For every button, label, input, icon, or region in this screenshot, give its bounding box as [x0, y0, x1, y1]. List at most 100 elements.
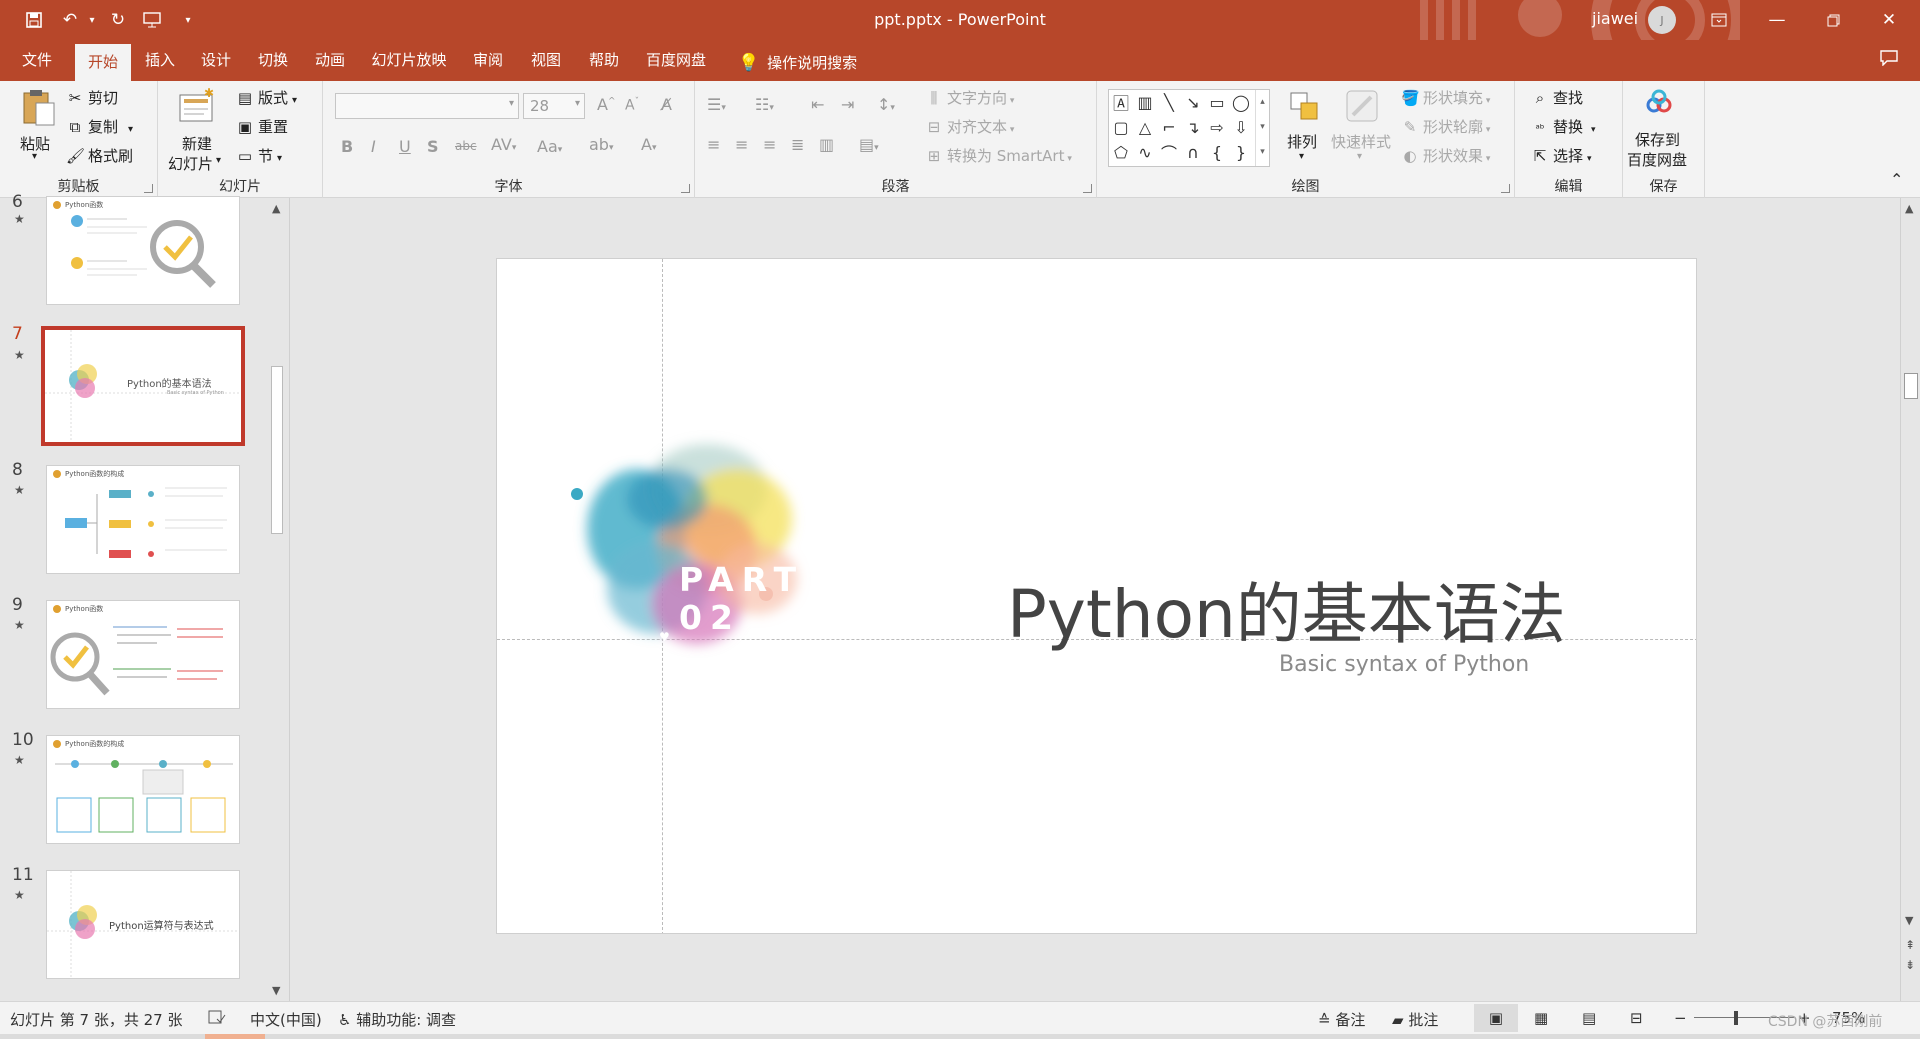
bullets-icon[interactable]: ☰▾	[707, 95, 726, 114]
tab-transitions[interactable]: 切换	[249, 40, 297, 81]
comments-icon[interactable]	[1880, 50, 1898, 71]
tab-animations[interactable]: 动画	[306, 40, 354, 81]
tab-design[interactable]: 设计	[192, 40, 240, 81]
line-spacing-icon[interactable]: ↕▾	[877, 95, 895, 114]
quick-styles-button[interactable]: 快速样式 ▾	[1331, 87, 1395, 171]
strikethrough-icon[interactable]: abc	[455, 139, 477, 153]
next-slide-icon[interactable]: ⇟	[1905, 958, 1915, 972]
slide-thumbnail-10[interactable]: Python函数的构成	[46, 735, 240, 844]
spellcheck-icon[interactable]	[208, 1009, 226, 1029]
shape-rectangle-icon[interactable]: ▭	[1207, 92, 1227, 112]
comments-button[interactable]: ▰ 批注	[1392, 1009, 1438, 1030]
paste-button[interactable]: 粘贴 ▾	[14, 87, 58, 167]
align-left-icon[interactable]: ≡	[707, 135, 720, 154]
shape-effects-button[interactable]: ◐ 形状效果 ▾	[1401, 145, 1490, 166]
italic-icon[interactable]: I	[371, 137, 376, 156]
scroll-down-icon[interactable]: ▼	[272, 984, 280, 997]
format-painter-button[interactable]: 🖌 格式刷	[66, 145, 133, 166]
accessibility-button[interactable]: ♿ 辅助功能: 调查	[338, 1009, 456, 1030]
shape-oval-icon[interactable]: ◯	[1231, 92, 1251, 112]
text-direction-button[interactable]: ⫼ 文字方向 ▾	[925, 87, 1015, 108]
slide-title[interactable]: Python的基本语法	[1007, 561, 1566, 657]
font-name-box[interactable]: ▾	[335, 93, 519, 119]
align-text-button[interactable]: ⊟ 对齐文本 ▾	[925, 116, 1015, 137]
language-indicator[interactable]: 中文(中国)	[250, 1009, 322, 1030]
paragraph-launcher-icon[interactable]	[1083, 184, 1092, 193]
shapes-scroll[interactable]: ▴ ▾ ▾	[1255, 90, 1269, 166]
distributed-icon[interactable]: ▥	[819, 135, 834, 154]
tab-baidu-netdisk[interactable]: 百度网盘	[638, 40, 714, 81]
drawing-launcher-icon[interactable]	[1501, 184, 1510, 193]
normal-view-icon[interactable]: ▣	[1474, 1004, 1518, 1032]
editor-scrollbar[interactable]: ▲ ▼ ⇞ ⇟	[1900, 198, 1920, 1001]
shape-fill-button[interactable]: 🪣 形状填充 ▾	[1401, 87, 1490, 108]
notes-button[interactable]: ≙ 备注	[1318, 1009, 1365, 1030]
zoom-slider-thumb[interactable]	[1734, 1011, 1738, 1025]
char-spacing-icon[interactable]: AV▾	[491, 135, 516, 154]
convert-smartart-button[interactable]: ⊞ 转换为 SmartArt ▾	[925, 145, 1072, 166]
shape-right-arrow-icon[interactable]: ⇨	[1207, 117, 1227, 137]
text-shadow-icon[interactable]: S	[427, 137, 439, 156]
tab-review[interactable]: 审阅	[464, 40, 512, 81]
collapse-ribbon-icon[interactable]: ⌃	[1890, 170, 1903, 189]
slide-thumbnail-11[interactable]: Python运算符与表达式	[46, 870, 240, 979]
shape-right-brace-icon[interactable]: }	[1231, 142, 1251, 162]
user-name[interactable]: jiawei	[1592, 9, 1638, 28]
layout-button[interactable]: ▤ 版式 ▾	[236, 87, 297, 108]
replace-button[interactable]: ᵃᵇ 替换 ▾	[1531, 116, 1595, 137]
slide-thumbnail-9[interactable]: Python函数	[46, 600, 240, 709]
avatar[interactable]: J	[1648, 6, 1676, 34]
shape-textbox-icon[interactable]: 🄰	[1111, 92, 1131, 113]
shapes-gallery[interactable]: 🄰 ▥ ╲ ↘ ▭ ◯ ▢ △ ⌐ ↴ ⇨ ⇩ ⬠ ∿ ⌒ ∩ { } ▴ ▾ ▾	[1108, 89, 1270, 167]
section-button[interactable]: ▭ 节 ▾	[236, 145, 282, 166]
increase-font-icon[interactable]: A^	[597, 95, 616, 114]
shape-vertical-textbox-icon[interactable]: ▥	[1135, 92, 1155, 112]
align-center-icon[interactable]: ≡	[735, 135, 748, 154]
restore-button[interactable]	[1810, 0, 1856, 40]
justify-icon[interactable]: ≣	[791, 135, 804, 154]
slide-thumbnail-6[interactable]: Python函数	[46, 196, 240, 305]
tab-home[interactable]: 开始	[75, 44, 131, 81]
tab-file[interactable]: 文件	[12, 40, 62, 81]
slideshow-view-icon[interactable]: ⊟	[1630, 1009, 1643, 1027]
find-button[interactable]: ⌕ 查找	[1531, 87, 1583, 108]
slide-thumbnail-8[interactable]: Python函数的构成	[46, 465, 240, 574]
change-case-icon[interactable]: Aa▾	[537, 137, 562, 156]
help-search[interactable]: 💡 操作说明搜索	[738, 52, 857, 73]
shape-curve-icon[interactable]: ∩	[1183, 142, 1203, 162]
zoom-out-icon[interactable]: −	[1674, 1009, 1687, 1027]
align-right-icon[interactable]: ≡	[763, 135, 776, 154]
shape-scribble-icon[interactable]: ∿	[1135, 142, 1155, 162]
tab-insert[interactable]: 插入	[136, 40, 184, 81]
shape-down-arrow-icon[interactable]: ⇩	[1231, 117, 1251, 137]
shape-freeform-icon[interactable]: ⬠	[1111, 142, 1131, 162]
shape-arc-icon[interactable]: ⌒	[1159, 142, 1179, 163]
font-launcher-icon[interactable]	[681, 184, 690, 193]
scroll-up-icon[interactable]: ▲	[272, 202, 280, 215]
save-to-baidu-button[interactable]: 保存到 百度网盘	[1627, 87, 1699, 171]
increase-indent-icon[interactable]: ⇥	[841, 95, 854, 114]
editor-scroll-up-icon[interactable]: ▲	[1905, 202, 1913, 215]
bold-icon[interactable]: B	[341, 137, 353, 156]
tab-view[interactable]: 视图	[522, 40, 570, 81]
editor-scroll-thumb[interactable]	[1904, 373, 1918, 399]
editor-scroll-down-icon[interactable]: ▼	[1905, 914, 1913, 927]
current-slide[interactable]: ♥ PART 02 Python的基本语法 Basic syntax of Py…	[496, 258, 1697, 934]
underline-icon[interactable]: U	[399, 137, 411, 156]
close-button[interactable]: ✕	[1866, 0, 1912, 40]
shape-arrow-line-icon[interactable]: ↘	[1183, 92, 1203, 112]
reset-button[interactable]: ▣ 重置	[236, 116, 288, 137]
minimize-button[interactable]: —	[1754, 0, 1800, 40]
decrease-indent-icon[interactable]: ⇤	[811, 95, 824, 114]
clear-format-icon[interactable]: A̸	[661, 95, 672, 114]
new-slide-button[interactable]: ✱ 新建 幻灯片 ▾	[168, 87, 224, 173]
slide-thumbnail-7[interactable]: Python的基本语法 Basic syntax of Python	[41, 326, 245, 446]
ribbon-display-icon[interactable]	[1696, 0, 1742, 40]
highlight-icon[interactable]: ab▾	[589, 135, 614, 154]
shape-triangle-icon[interactable]: △	[1135, 117, 1155, 137]
shape-outline-button[interactable]: ✎ 形状轮廓 ▾	[1401, 116, 1491, 137]
font-color-icon[interactable]: A▾	[641, 135, 656, 154]
clipboard-launcher-icon[interactable]	[144, 184, 153, 193]
select-button[interactable]: ⇱ 选择 ▾	[1531, 145, 1592, 166]
tab-slideshow[interactable]: 幻灯片放映	[366, 40, 452, 81]
